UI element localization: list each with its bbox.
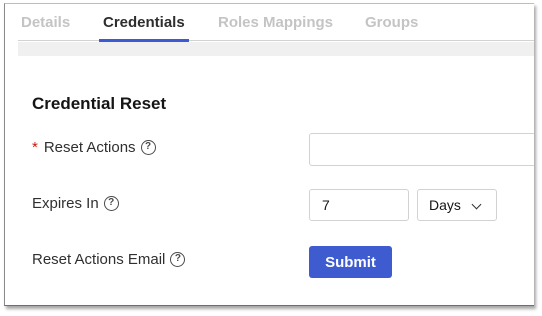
expires-unit-value: Days — [429, 197, 461, 213]
required-marker: * — [32, 139, 38, 156]
reset-actions-label-text: Reset Actions — [43, 139, 136, 156]
reset-actions-input[interactable] — [309, 133, 534, 166]
reset-actions-label: * Reset Actions ? — [32, 139, 156, 156]
help-icon[interactable]: ? — [170, 252, 186, 267]
user-details-window: Details Credentials Roles Mappings Group… — [4, 3, 534, 306]
tab-details[interactable]: Details — [21, 14, 70, 31]
tab-groups[interactable]: Groups — [365, 14, 418, 31]
expires-unit-select[interactable]: Days — [417, 189, 497, 221]
help-icon[interactable]: ? — [140, 140, 156, 155]
section-title: Credential Reset — [32, 94, 167, 113]
expires-in-label-text: Expires In — [32, 195, 99, 212]
tab-content: Credential Reset * Reset Actions ? Expir… — [18, 42, 534, 305]
tab-roles-mappings[interactable]: Roles Mappings — [218, 14, 333, 31]
tab-credentials[interactable]: Credentials — [99, 14, 189, 42]
tab-bar: Details Credentials Roles Mappings Group… — [18, 4, 534, 42]
reset-actions-email-label-text: Reset Actions Email — [32, 251, 166, 268]
expires-in-label: Expires In ? — [32, 195, 119, 212]
chevron-down-icon — [471, 199, 482, 210]
reset-actions-email-label: Reset Actions Email ? — [32, 251, 186, 268]
submit-button[interactable]: Submit — [309, 246, 392, 278]
expires-in-input[interactable] — [309, 189, 409, 221]
credential-reset-panel: Credential Reset * Reset Actions ? Expir… — [18, 56, 534, 305]
help-icon[interactable]: ? — [103, 196, 119, 211]
